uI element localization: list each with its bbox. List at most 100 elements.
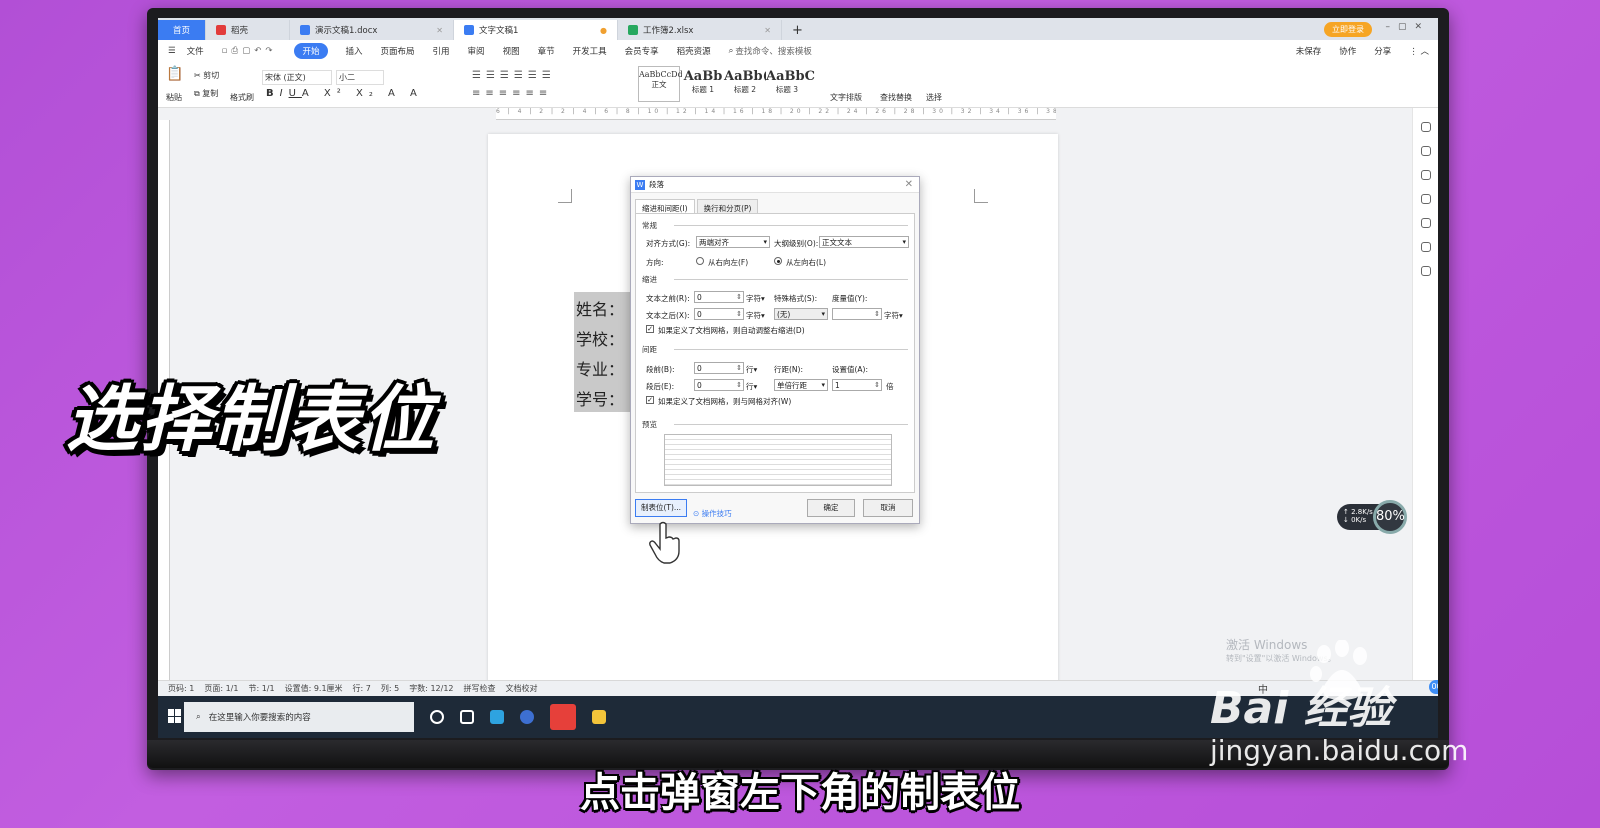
line-spacing-select[interactable]: 单倍行距	[774, 379, 828, 391]
rtl-radio[interactable]	[696, 257, 704, 265]
help-icon[interactable]	[1420, 218, 1431, 228]
style-heading-3[interactable]: AaBbC 标题 3	[766, 66, 815, 102]
quick-access-icons[interactable]: ▫⎙▢↶↷	[222, 46, 277, 56]
horizontal-ruler[interactable]: 6 | 4 | 2 | 2 | 4 | 6 | 8 | 10 | 12 | 14…	[496, 108, 1056, 120]
cancel-button[interactable]: 取消	[863, 499, 913, 517]
menu-section[interactable]: 章节	[538, 45, 555, 57]
unit-lines[interactable]: 行▾	[746, 364, 757, 375]
menu-file[interactable]: 文件	[187, 45, 204, 57]
more-icon[interactable]: ⋮ ︿	[1409, 45, 1429, 57]
copy-label: 复制	[202, 89, 219, 98]
login-button[interactable]: 立即登录	[1324, 22, 1372, 37]
task-view-icon[interactable]	[460, 710, 474, 724]
menu-developer[interactable]: 开发工具	[573, 45, 607, 57]
measure-input[interactable]	[832, 308, 882, 320]
doc-line-school[interactable]: 学校：	[576, 326, 624, 350]
paste-icon[interactable]: 📋	[166, 66, 183, 82]
close-icon[interactable]: ✕	[764, 26, 771, 35]
align-select[interactable]: 两端对齐	[696, 236, 770, 248]
close-icon[interactable]: ✕	[436, 26, 443, 35]
doc-line-name[interactable]: 姓名：	[576, 296, 624, 320]
backup-icon[interactable]	[1420, 242, 1431, 252]
unit-chars[interactable]: 字符▾	[746, 310, 765, 321]
tab-presentation[interactable]: 演示文稿1.docx ✕	[290, 20, 454, 40]
close-icon[interactable]: ✕	[905, 179, 913, 190]
doc-line-major[interactable]: 专业：	[576, 356, 624, 380]
space-after-label: 段后(E):	[646, 382, 675, 391]
spell-check-button[interactable]: 拼写检查	[464, 683, 496, 694]
menu-home[interactable]: 开始	[294, 43, 328, 59]
edit-icon[interactable]	[1420, 146, 1431, 156]
pointer-icon[interactable]	[1420, 170, 1431, 180]
tab-docer[interactable]: 稻壳	[206, 20, 290, 40]
grid-align-checkbox[interactable]: ✓	[646, 396, 654, 404]
unsaved-status[interactable]: 未保存	[1296, 45, 1322, 57]
dialog-title: 段落	[649, 180, 664, 189]
file-explorer-icon[interactable]	[592, 710, 606, 724]
unit-lines[interactable]: 行▾	[746, 381, 757, 392]
hamburger-icon[interactable]: ☰	[168, 46, 176, 56]
tips-link[interactable]: ⊙ 操作技巧	[693, 508, 732, 519]
style-heading-1[interactable]: AaBb 标题 1	[682, 66, 724, 102]
style-name: 标题 3	[775, 85, 799, 94]
paragraph-align-icons[interactable]: ≡≡≡≡≡≡	[472, 88, 552, 99]
tab-home[interactable]: 首页	[158, 20, 206, 40]
collab-button[interactable]: 协作	[1339, 45, 1356, 57]
cut-button[interactable]: ✂ 剪切	[194, 70, 219, 81]
new-tab-button[interactable]: +	[782, 20, 813, 40]
menu-insert[interactable]: 插入	[346, 45, 363, 57]
tab-document-active[interactable]: 文字文稿1 ●	[454, 20, 618, 40]
outline-select[interactable]: 正文文本	[819, 236, 909, 248]
space-before-input[interactable]: 0	[694, 362, 744, 374]
style-name: 标题 2	[733, 85, 757, 94]
location-icon[interactable]	[1420, 266, 1431, 276]
share-button[interactable]: 分享	[1374, 45, 1391, 57]
paste-button[interactable]: 粘贴	[166, 92, 182, 103]
settings-sliders-icon[interactable]	[1420, 194, 1431, 204]
ltr-radio[interactable]	[774, 257, 782, 265]
font-format-buttons[interactable]: BIUA X² X₂ A A	[266, 88, 423, 99]
after-text-input[interactable]: 0	[694, 308, 744, 320]
special-format-select[interactable]: (无)	[774, 308, 828, 320]
ok-button[interactable]: 确定	[807, 499, 855, 517]
taskbar-search-input[interactable]: ⌕ 在这里输入你要搜索的内容	[184, 702, 414, 732]
tab-workbook[interactable]: 工作簿2.xlsx ✕	[618, 20, 782, 40]
recording-timer: 00:16	[1429, 680, 1438, 694]
proofread-button[interactable]: 文档校对	[506, 683, 538, 694]
style-normal[interactable]: AaBbCcDd 正文	[638, 66, 683, 102]
status-words[interactable]: 字数: 12/12	[409, 683, 453, 694]
unit-chars[interactable]: 字符▾	[884, 310, 903, 321]
network-speed-widget[interactable]: ↑ 2.8K/s ↓ 0K/s 80%	[1337, 500, 1407, 534]
select-button[interactable]: 选择	[926, 92, 942, 103]
app-icon[interactable]	[520, 710, 534, 724]
menu-layout[interactable]: 页面布局	[381, 45, 415, 57]
doc-line-id[interactable]: 学号：	[576, 386, 624, 410]
paragraph-list-icons[interactable]: ☰☰☰☰☰☰	[472, 70, 556, 81]
auto-indent-checkbox[interactable]: ✓	[646, 325, 654, 333]
cortana-icon[interactable]	[430, 710, 444, 724]
browser-icon[interactable]	[490, 710, 504, 724]
divider	[674, 349, 908, 350]
copy-button[interactable]: ⧉ 复制	[194, 88, 218, 99]
menu-review[interactable]: 审阅	[468, 45, 485, 57]
before-text-input[interactable]: 0	[694, 291, 744, 303]
font-size-select[interactable]: 小二	[336, 70, 384, 85]
command-search[interactable]: 查找命令、搜索模板	[735, 45, 812, 57]
menu-docer[interactable]: 稻壳资源	[677, 45, 711, 57]
tabs-button[interactable]: 制表位(T)...	[635, 499, 687, 517]
set-value-input[interactable]: 1	[832, 379, 882, 391]
format-painter-button[interactable]: 格式刷	[230, 92, 254, 103]
menu-member[interactable]: 会员专享	[625, 45, 659, 57]
menu-references[interactable]: 引用	[433, 45, 450, 57]
menu-view[interactable]: 视图	[503, 45, 520, 57]
space-after-input[interactable]: 0	[694, 379, 744, 391]
sidebar-tool-icon[interactable]	[1420, 122, 1431, 132]
window-controls[interactable]: –▢✕	[1385, 22, 1430, 32]
unit-chars[interactable]: 字符▾	[746, 293, 765, 304]
find-replace-button[interactable]: 查找替换	[880, 92, 912, 103]
font-select[interactable]: 宋体 (正文)	[262, 70, 332, 85]
wps-icon[interactable]	[550, 704, 576, 730]
style-heading-2[interactable]: AaBb(标题 2	[724, 66, 769, 102]
windows-start-icon[interactable]	[168, 709, 182, 723]
text-layout-button[interactable]: 文字排版	[830, 92, 862, 103]
